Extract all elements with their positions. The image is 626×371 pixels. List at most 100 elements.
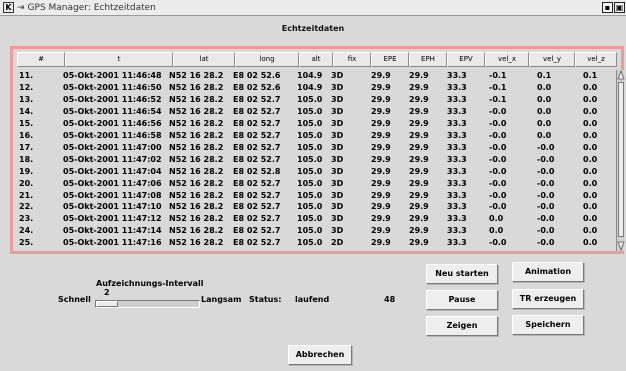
cell-epv: 33.3 <box>447 190 467 200</box>
pin-icon[interactable]: ⇥ <box>17 3 25 13</box>
cell-eph: 29.9 <box>409 214 429 224</box>
column-header-alt[interactable]: alt <box>299 52 333 67</box>
scroll-up-arrow-icon[interactable] <box>617 70 625 80</box>
cell-long: E8 02 52.7 <box>233 130 281 140</box>
interval-slider-title: Aufzeichnungs-Intervall <box>96 279 204 288</box>
table-row[interactable]: 16. 05-Okt-2001 11:46:58 N52 16 28.2 E8 02 … <box>13 130 613 141</box>
column-header-index[interactable]: # <box>17 52 65 67</box>
cell-vel-x: -0.0 <box>489 166 507 176</box>
cell-vel-z: 0.0 <box>583 142 598 152</box>
vertical-scrollbar[interactable] <box>616 70 625 251</box>
cell-vel-y: -0.0 <box>537 214 555 224</box>
cell-long: E8 02 52.7 <box>233 154 281 164</box>
cell-vel-y: 0.0 <box>537 130 552 140</box>
cell-index: 21. <box>19 190 34 200</box>
cell-epe: 29.9 <box>371 118 391 128</box>
cell-lat: N52 16 28.2 <box>169 71 224 80</box>
cell-lat: N52 16 28.2 <box>169 142 224 152</box>
column-header-epv[interactable]: EPV <box>447 52 485 67</box>
table-row[interactable]: 20. 05-Okt-2001 11:47:06 N52 16 28.2 E8 02 … <box>13 178 613 189</box>
maximize-icon[interactable]: ▣ <box>614 2 625 13</box>
cell-alt: 105.0 <box>297 118 323 128</box>
cell-time: 05-Okt-2001 11:46:50 <box>63 82 162 92</box>
column-header-time[interactable]: t <box>65 52 173 67</box>
cell-epv: 33.3 <box>447 71 467 80</box>
cell-lat: N52 16 28.2 <box>169 190 224 200</box>
table-row[interactable]: 24. 05-Okt-2001 11:47:14 N52 16 28.2 E8 02 … <box>13 225 613 236</box>
column-header-vel-z[interactable]: vel_z <box>575 52 617 67</box>
cell-long: E8 02 52.7 <box>233 190 281 200</box>
restart-button[interactable]: Neu starten <box>426 264 498 284</box>
cell-index: 25. <box>19 238 34 248</box>
table-row[interactable]: 12. 05-Okt-2001 11:46:50 N52 16 28.2 E8 02 … <box>13 82 613 93</box>
table-row[interactable]: 19. 05-Okt-2001 11:47:04 N52 16 28.2 E8 02 … <box>13 166 613 177</box>
pause-button[interactable]: Pause <box>426 290 498 310</box>
create-track-button[interactable]: TR erzeugen <box>512 289 584 309</box>
cell-index: 12. <box>19 82 34 92</box>
table-row[interactable]: 13. 05-Okt-2001 11:46:52 N52 16 28.2 E8 02 … <box>13 94 613 105</box>
interval-slider-handle[interactable] <box>96 301 118 307</box>
cell-epe: 29.9 <box>371 82 391 92</box>
column-header-long[interactable]: long <box>235 52 299 67</box>
cell-epv: 33.3 <box>447 202 467 212</box>
cell-epv: 33.3 <box>447 238 467 248</box>
cell-eph: 29.9 <box>409 82 429 92</box>
cell-eph: 29.9 <box>409 238 429 248</box>
cell-eph: 29.9 <box>409 94 429 104</box>
cell-fix: 3D <box>331 166 344 176</box>
scrollbar-thumb[interactable] <box>618 82 624 237</box>
column-header-eph[interactable]: EPH <box>409 52 447 67</box>
cell-vel-x: -0.0 <box>489 178 507 188</box>
save-button[interactable]: Speichern <box>512 315 584 335</box>
cell-vel-x: -0.0 <box>489 106 507 116</box>
table-row[interactable]: 23. 05-Okt-2001 11:47:12 N52 16 28.2 E8 02 … <box>13 213 613 224</box>
cell-index: 20. <box>19 178 34 188</box>
cell-eph: 29.9 <box>409 178 429 188</box>
cell-epv: 33.3 <box>447 178 467 188</box>
table-row[interactable]: 25. 05-Okt-2001 11:47:16 N52 16 28.2 E8 02 … <box>13 237 613 248</box>
table-row[interactable]: 18. 05-Okt-2001 11:47:02 N52 16 28.2 E8 02 … <box>13 154 613 165</box>
cell-long: E8 02 52.8 <box>233 166 281 176</box>
scroll-down-arrow-icon[interactable] <box>617 241 625 251</box>
table-row[interactable]: 17. 05-Okt-2001 11:47:00 N52 16 28.2 E8 02 … <box>13 142 613 153</box>
table-row[interactable]: 21. 05-Okt-2001 11:47:08 N52 16 28.2 E8 02 … <box>13 190 613 201</box>
animation-button[interactable]: Animation <box>512 262 584 282</box>
cell-vel-y: 0.0 <box>537 106 552 116</box>
column-header-lat[interactable]: lat <box>173 52 235 67</box>
cell-time: 05-Okt-2001 11:47:10 <box>63 202 162 212</box>
cell-time: 05-Okt-2001 11:46:58 <box>63 130 162 140</box>
interval-slider-group: Aufzeichnungs-Intervall 2 <box>92 277 204 317</box>
point-count: 48 <box>384 295 396 304</box>
interval-slider-trough[interactable] <box>95 300 200 308</box>
show-button[interactable]: Zeigen <box>426 316 498 336</box>
cell-index: 16. <box>19 130 34 140</box>
cell-eph: 29.9 <box>409 142 429 152</box>
cell-epe: 29.9 <box>371 238 391 248</box>
cell-vel-y: 0.1 <box>537 71 552 80</box>
status-label: Status: <box>249 295 282 304</box>
cell-vel-y: -0.0 <box>537 166 555 176</box>
cell-index: 23. <box>19 214 34 224</box>
table-row[interactable]: 14. 05-Okt-2001 11:46:54 N52 16 28.2 E8 02 … <box>13 106 613 117</box>
cell-epe: 29.9 <box>371 154 391 164</box>
cell-lat: N52 16 28.2 <box>169 202 224 212</box>
column-header-epe[interactable]: EPE <box>371 52 409 67</box>
cell-fix: 3D <box>331 214 344 224</box>
cell-vel-y: -0.0 <box>537 178 555 188</box>
cell-epe: 29.9 <box>371 166 391 176</box>
column-header-vel-x[interactable]: vel_x <box>485 52 529 67</box>
column-header-fix[interactable]: fix <box>333 52 371 67</box>
cell-time: 05-Okt-2001 11:47:08 <box>63 190 162 200</box>
window-titlebar: K ⇥ GPS Manager: Echtzeitdaten ▪ ▣ <box>0 0 626 16</box>
cell-eph: 29.9 <box>409 118 429 128</box>
minimize-icon[interactable]: ▪ <box>602 2 613 13</box>
column-header-vel-y[interactable]: vel_y <box>529 52 575 67</box>
table-row[interactable]: 22. 05-Okt-2001 11:47:10 N52 16 28.2 E8 02 … <box>13 201 613 212</box>
window-controls: ▪ ▣ <box>602 2 625 13</box>
cell-vel-z: 0.0 <box>583 202 598 212</box>
cell-lat: N52 16 28.2 <box>169 226 224 236</box>
table-row[interactable]: 15. 05-Okt-2001 11:46:56 N52 16 28.2 E8 02 … <box>13 118 613 129</box>
cancel-button[interactable]: Abbrechen <box>288 345 352 365</box>
cell-vel-y: 0.0 <box>537 118 552 128</box>
table-row[interactable]: 11. 05-Okt-2001 11:46:48 N52 16 28.2 E8 02 … <box>13 70 613 81</box>
